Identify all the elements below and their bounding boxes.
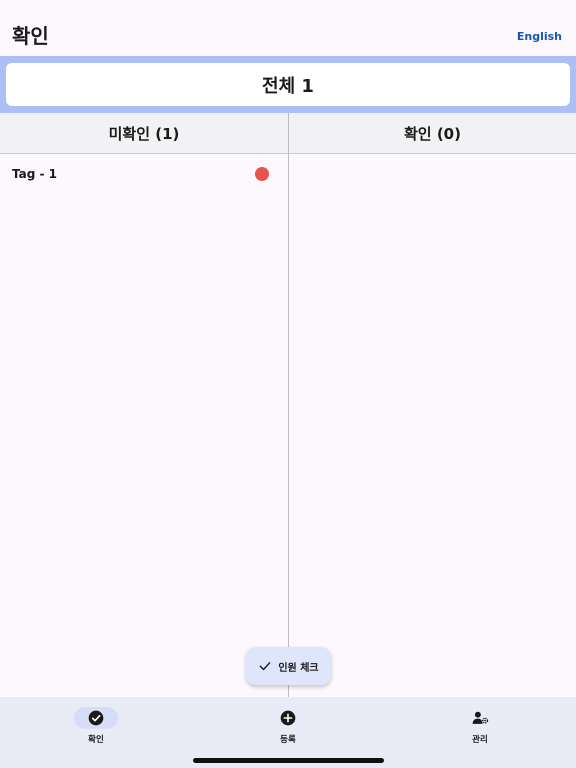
column-divider — [288, 113, 289, 697]
total-count-label: 전체 1 — [262, 75, 314, 97]
nav-item-manage[interactable]: 관리 — [440, 707, 520, 747]
nav-item-register[interactable]: 등록 — [248, 707, 328, 747]
confirmed-column-header[interactable]: 확인 (0) — [289, 113, 576, 153]
check-icon — [259, 662, 271, 671]
attendance-check-label: 인원 체크 — [278, 662, 319, 674]
add-circle-icon — [280, 710, 296, 726]
tag-label: Tag - 1 — [12, 167, 58, 181]
page-title: 확인 — [12, 24, 49, 48]
attendance-check-button[interactable]: 인원 체크 — [246, 647, 331, 685]
nav-label-manage: 관리 — [472, 735, 488, 745]
total-count-card: 전체 1 — [6, 63, 570, 106]
status-dot — [255, 167, 269, 181]
language-toggle-link[interactable]: English — [517, 30, 562, 43]
nav-label-confirm: 확인 — [88, 735, 104, 745]
home-indicator — [193, 758, 384, 763]
list-item[interactable]: Tag - 1 — [0, 160, 288, 188]
nav-item-confirm[interactable]: 확인 — [56, 707, 136, 747]
unconfirmed-column-header[interactable]: 미확인 (1) — [0, 113, 288, 153]
nav-label-register: 등록 — [280, 735, 296, 745]
app-header: 확인 English — [0, 0, 576, 56]
check-circle-icon — [88, 710, 104, 726]
manage-person-gear-icon — [472, 711, 488, 724]
